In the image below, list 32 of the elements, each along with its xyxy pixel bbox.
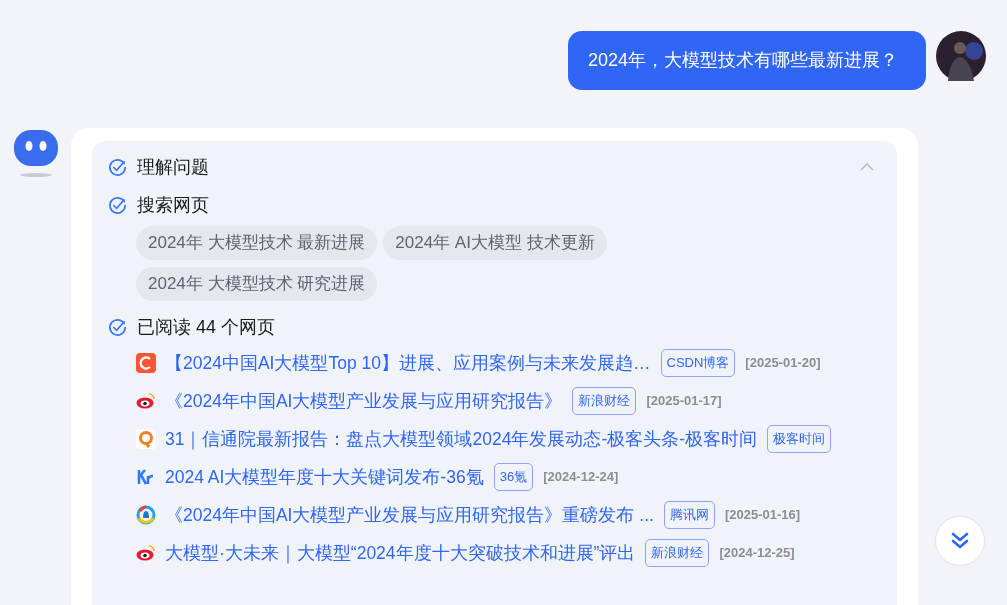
site-tag: 极客时间 [767,424,832,453]
source-date: [2024-12-25] [719,545,795,560]
source-link[interactable]: 31｜信通院最新报告：盘点大模型领域2024年发展动态-极客头条-极客时间 [165,426,758,451]
source-date: [2024-12-24] [543,469,619,484]
source-date: [2025-01-16] [724,507,801,522]
ring-logo-icon [136,504,156,525]
site-tag: CSDN博客 [660,348,736,377]
c-logo-icon [136,352,156,373]
search-query-chip[interactable]: 2024年 大模型技术 最新进展 [136,226,378,260]
eye-logo-icon [136,390,156,411]
source-date: [2025-01-20] [745,355,821,370]
site-tag: 新浪财经 [572,386,637,415]
source-link[interactable]: 《2024年中国AI大模型产业发展与应用研究报告》 [165,388,563,413]
step-title: 搜索网页 [137,194,209,217]
user-avatar [936,31,986,81]
step-title: 已阅读 44 个网页 [137,316,276,339]
site-tag: 新浪财经 [645,538,710,567]
search-query-chip[interactable]: 2024年 大模型技术 研究进展 [136,267,378,301]
source-link[interactable]: 【2024中国AI大模型Top 10】进展、应用案例与未来发展趋… [165,350,651,375]
step-title: 理解问题 [137,156,209,179]
eye-logo-icon [136,542,156,563]
scroll-down-button[interactable] [935,516,985,566]
source-date: [2025-01-17] [646,393,722,408]
source-link[interactable]: 2024 AI大模型年度十大关键词发布-36氪 [165,464,484,489]
search-query-chip[interactable]: 2024年 AI大模型 技术更新 [383,226,607,260]
site-tag: 36氪 [493,462,534,491]
source-link[interactable]: 《2024年中国AI大模型产业发展与应用研究报告》重磅发布 ... [165,502,654,527]
bot-avatar [14,130,58,178]
source-link[interactable]: 大模型·大未来｜大模型“2024年度十大突破技术和进展”评出 [165,540,636,565]
q-logo-icon [136,428,156,449]
user-message: 2024年，大模型技术有哪些最新进展？ [567,31,926,90]
site-tag: 腾讯网 [663,500,715,529]
